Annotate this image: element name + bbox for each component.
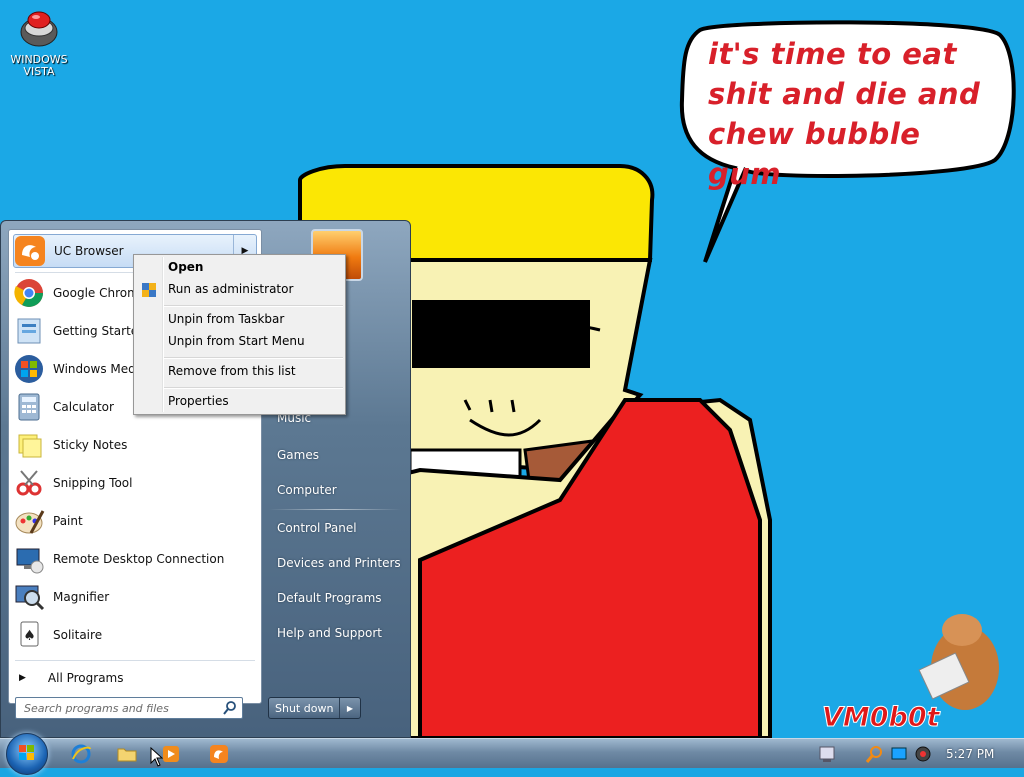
- divider: [15, 660, 255, 661]
- context-menu-properties[interactable]: Properties: [168, 394, 229, 408]
- program-label: Getting Started: [53, 324, 146, 338]
- uac-shield-icon: [142, 283, 156, 297]
- display-tray-icon[interactable]: [888, 743, 910, 765]
- context-menu-open[interactable]: Open: [168, 260, 203, 274]
- context-menu-unpin-start-menu[interactable]: Unpin from Start Menu: [168, 334, 305, 348]
- program-label: Magnifier: [53, 590, 110, 604]
- shutdown-options-arrow-icon[interactable]: ▶: [340, 698, 360, 718]
- volume-tray-icon[interactable]: [912, 743, 934, 765]
- context-menu-separator: [164, 387, 343, 389]
- context-menu: Open Run as administrator Unpin from Tas…: [133, 254, 346, 415]
- program-label: Paint: [53, 514, 83, 528]
- magnifier-icon: [13, 581, 45, 613]
- program-solitaire[interactable]: ♠ Solitaire: [13, 618, 257, 652]
- program-label: Calculator: [53, 400, 114, 414]
- network-icon[interactable]: [816, 743, 838, 765]
- uc-browser-taskbar-icon[interactable]: [208, 743, 230, 765]
- program-snipping-tool[interactable]: Snipping Tool: [13, 466, 257, 500]
- search-tray-icon[interactable]: [864, 743, 886, 765]
- mouse-cursor-icon: [150, 747, 164, 767]
- context-menu-remove-from-list[interactable]: Remove from this list: [168, 364, 296, 378]
- internet-explorer-icon[interactable]: [70, 743, 92, 765]
- search-box[interactable]: Search programs and files: [15, 697, 243, 719]
- speech-bubble-text: it's time to eat shit and die and chew b…: [708, 37, 981, 191]
- solitaire-icon: ♠: [13, 619, 45, 651]
- calculator-icon: [13, 391, 45, 423]
- program-paint[interactable]: Paint: [13, 504, 257, 538]
- triangle-right-icon: ▶: [19, 673, 26, 683]
- program-sticky-notes[interactable]: Sticky Notes: [13, 428, 257, 462]
- program-label: Snipping Tool: [53, 476, 133, 490]
- windows-logo-icon: [19, 745, 34, 760]
- taskbar: 5:27 PM: [0, 733, 1024, 775]
- program-label: UC Browser: [54, 244, 124, 258]
- program-magnifier[interactable]: Magnifier: [13, 580, 257, 614]
- remote-desktop-icon: [13, 543, 45, 575]
- context-menu-run-as-administrator[interactable]: Run as administrator: [168, 282, 293, 296]
- taskbar-clock[interactable]: 5:27 PM: [946, 747, 994, 761]
- divider: [269, 509, 401, 510]
- watermark-text: VM0b0t: [822, 702, 941, 734]
- context-menu-separator: [164, 357, 343, 359]
- context-menu-unpin-taskbar[interactable]: Unpin from Taskbar: [168, 312, 284, 326]
- shutdown-button[interactable]: Shut down ▶: [268, 697, 361, 719]
- folder-icon[interactable]: [116, 743, 138, 765]
- program-label: Solitaire: [53, 628, 103, 642]
- search-placeholder: Search programs and files: [24, 701, 169, 715]
- snipping-tool-icon: [13, 467, 45, 499]
- chrome-icon: [13, 277, 45, 309]
- right-link-games[interactable]: Games: [277, 448, 319, 462]
- right-link-default-programs[interactable]: Default Programs: [277, 591, 382, 605]
- uc-browser-icon: [14, 235, 46, 267]
- all-programs-label: All Programs: [47, 671, 124, 685]
- paint-icon: [13, 505, 45, 537]
- windows-media-icon: [13, 353, 45, 385]
- right-link-devices-and-printers[interactable]: Devices and Printers: [277, 556, 401, 570]
- sticky-notes-icon: [13, 429, 45, 461]
- all-programs-button[interactable]: ▶ All Programs: [19, 666, 124, 690]
- program-remote-desktop-connection[interactable]: Remote Desktop Connection: [13, 542, 257, 576]
- program-label: Remote Desktop Connection: [53, 552, 225, 566]
- search-icon[interactable]: [222, 700, 238, 716]
- right-link-help-and-support[interactable]: Help and Support: [277, 626, 382, 640]
- svg-text:♠: ♠: [23, 628, 36, 644]
- getting-started-icon: [13, 315, 45, 347]
- right-link-computer[interactable]: Computer: [277, 483, 337, 497]
- start-button[interactable]: [6, 733, 48, 775]
- right-link-control-panel[interactable]: Control Panel: [277, 521, 357, 535]
- program-label: Sticky Notes: [53, 438, 128, 452]
- shutdown-label: Shut down: [269, 698, 340, 718]
- context-menu-separator: [164, 305, 343, 307]
